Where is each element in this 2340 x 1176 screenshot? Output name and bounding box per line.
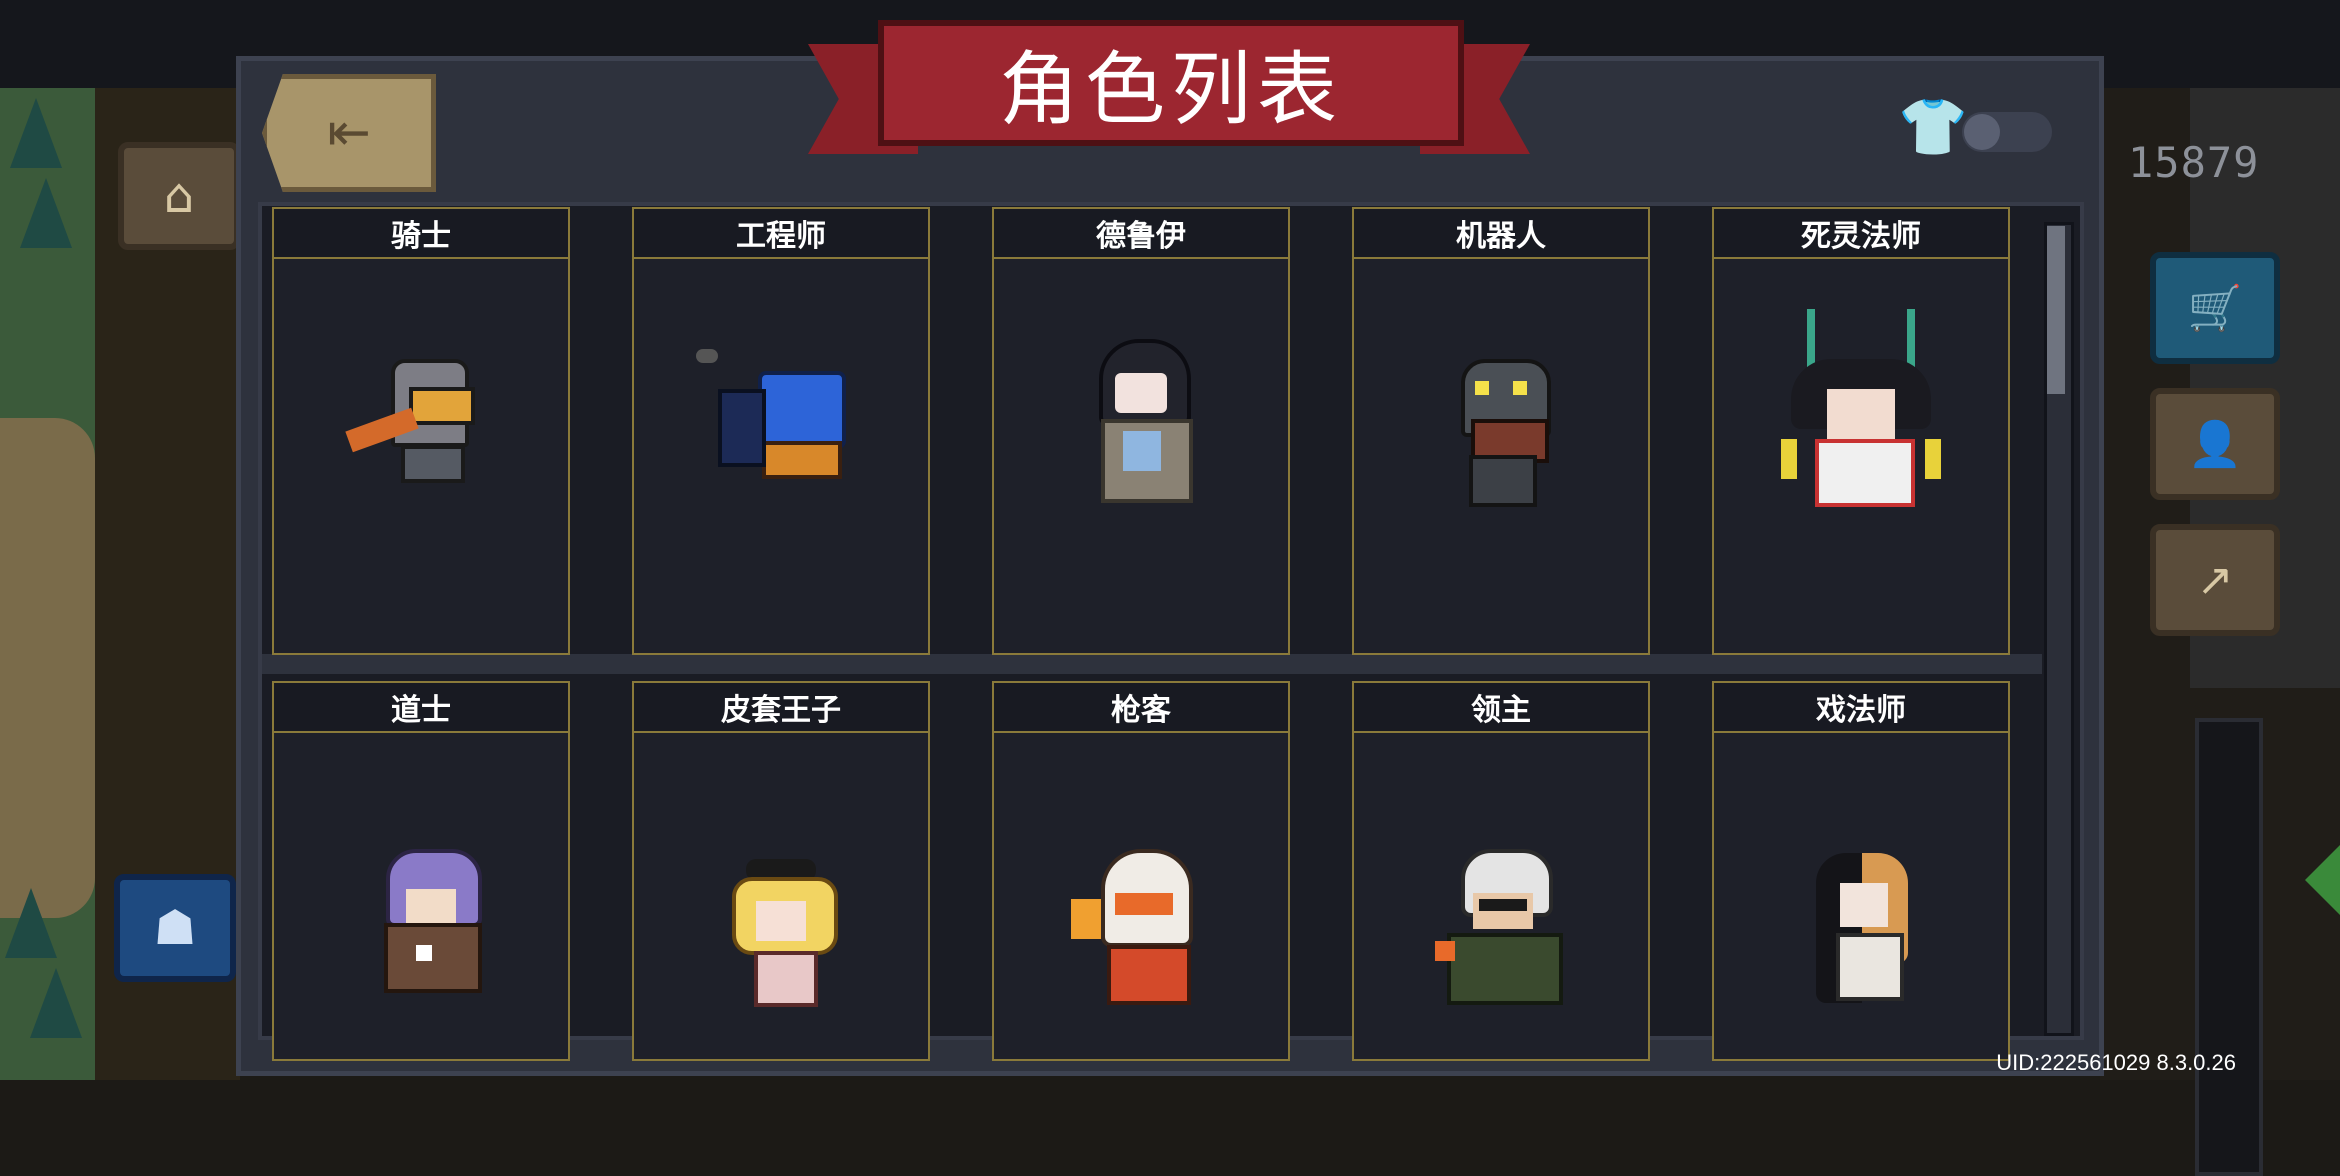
character-name: 皮套王子 <box>634 683 928 733</box>
character-left-button[interactable]: ☗ <box>114 874 236 982</box>
character-card-druid[interactable]: 德鲁伊 <box>992 207 1290 655</box>
robot-sprite-icon <box>1431 359 1571 509</box>
profile-button[interactable]: 👤 <box>2150 388 2280 500</box>
character-card-trickster[interactable]: 戏法师 <box>1712 681 2010 1061</box>
title-banner: 角色列表 <box>878 20 1464 146</box>
druid-sprite-icon <box>1071 339 1211 503</box>
scrollbar-thumb[interactable] <box>2047 226 2065 394</box>
exit-door-icon: ⇤ <box>327 103 371 163</box>
dirt-path <box>0 418 95 918</box>
character-name: 戏法师 <box>1714 683 2008 733</box>
character-name: 机器人 <box>1354 209 1648 259</box>
back-button[interactable]: ⇤ <box>262 74 436 192</box>
gunslinger-sprite-icon <box>1061 849 1221 1009</box>
trickster-sprite-icon <box>1786 853 1936 1013</box>
character-name: 领主 <box>1354 683 1648 733</box>
tree-icon <box>30 968 82 1038</box>
character-name: 道士 <box>274 683 568 733</box>
engineer-sprite-icon <box>696 349 866 499</box>
shirt-icon: 👕 <box>1898 95 1968 160</box>
prince-sprite-icon <box>706 859 856 1009</box>
skull-icon: ☗ <box>153 900 197 956</box>
character-card-taoist[interactable]: 道士 <box>272 681 570 1061</box>
arrow-up-right-icon: ↗ <box>2196 554 2234 606</box>
character-card-knight[interactable]: 骑士 <box>272 207 570 655</box>
tree-icon <box>20 178 72 248</box>
character-name: 死灵法师 <box>1714 209 2008 259</box>
shopping-cart-icon: 🛒 <box>2187 283 2243 334</box>
lord-sprite-icon <box>1421 849 1581 1009</box>
shop-button[interactable]: 🛒 <box>2150 252 2280 364</box>
character-name: 骑士 <box>274 209 568 259</box>
character-name: 德鲁伊 <box>994 209 1288 259</box>
character-card-gunslinger[interactable]: 枪客 <box>992 681 1290 1061</box>
upgrade-button[interactable]: ↗ <box>2150 524 2280 636</box>
tree-icon <box>10 98 62 168</box>
user-card-icon: 👤 <box>2187 419 2243 470</box>
knight-sprite-icon <box>341 359 501 499</box>
row-divider <box>262 654 2042 674</box>
character-card-engineer[interactable]: 工程师 <box>632 207 930 655</box>
home-button[interactable]: ⌂ <box>118 142 240 250</box>
character-card-robot[interactable]: 机器人 <box>1352 207 1650 655</box>
skin-toggle-knob[interactable] <box>1964 114 2000 150</box>
tree-icon <box>5 888 57 958</box>
necromancer-sprite-icon <box>1771 309 1951 509</box>
uid-version-label: UID:222561029 8.3.0.26 <box>1996 1050 2236 1075</box>
home-icon: ⌂ <box>163 168 195 224</box>
character-card-prince[interactable]: 皮套王子 <box>632 681 930 1061</box>
page-title: 角色列表 <box>999 43 1343 136</box>
character-name: 工程师 <box>634 209 928 259</box>
character-card-lord[interactable]: 领主 <box>1352 681 1650 1061</box>
character-name: 枪客 <box>994 683 1288 733</box>
pillar <box>2195 718 2263 1176</box>
taoist-sprite-icon <box>346 849 496 1009</box>
character-card-necromancer[interactable]: 死灵法师 <box>1712 207 2010 655</box>
coin-counter: 15879 <box>2128 138 2260 187</box>
